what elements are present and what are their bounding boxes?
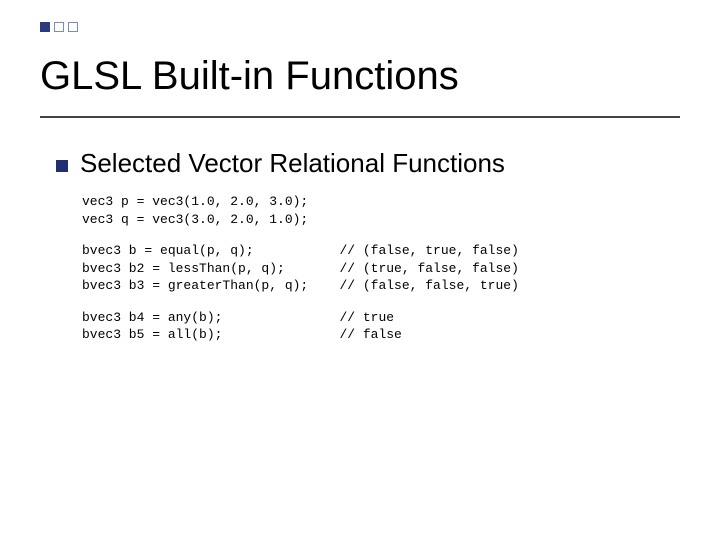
bullet-row: Selected Vector Relational Functions [56, 148, 680, 179]
slide-title: GLSL Built-in Functions [40, 54, 459, 99]
square-icon [68, 22, 78, 32]
bullet-text: Selected Vector Relational Functions [80, 148, 505, 179]
square-icon [54, 22, 64, 32]
bullet-icon [56, 160, 68, 172]
slide-body: Selected Vector Relational Functions vec… [56, 148, 680, 344]
code-block-2: bvec3 b = equal(p, q); // (false, true, … [82, 242, 680, 295]
title-underline [40, 116, 680, 118]
code-block-3: bvec3 b4 = any(b); // true bvec3 b5 = al… [82, 309, 680, 344]
decorative-squares [40, 22, 78, 32]
code-block-1: vec3 p = vec3(1.0, 2.0, 3.0); vec3 q = v… [82, 193, 680, 228]
square-icon [40, 22, 50, 32]
slide: GLSL Built-in Functions Selected Vector … [0, 0, 720, 540]
